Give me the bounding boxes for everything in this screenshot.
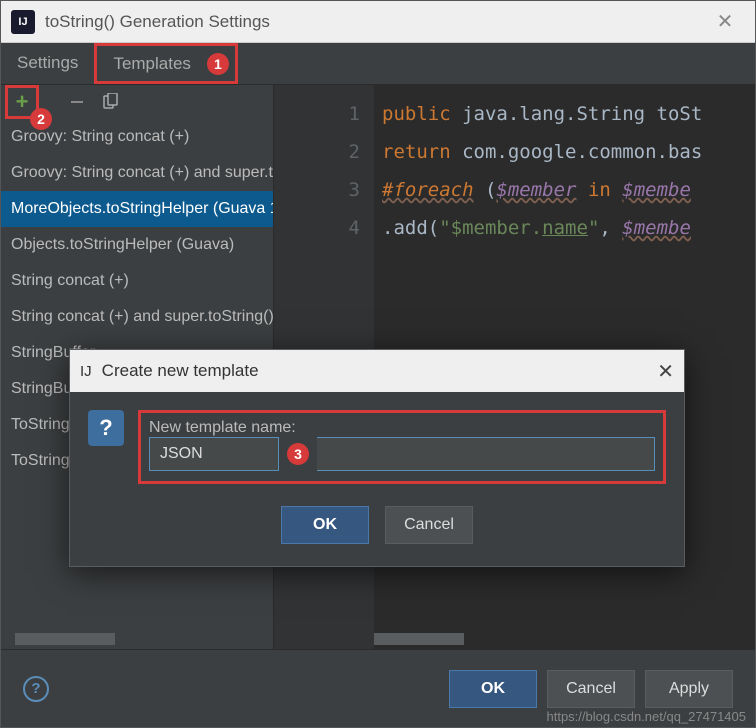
code-line: .add("$member.name", $membe [382, 209, 755, 247]
annotation-badge-2: 2 [30, 108, 52, 130]
template-name-label: New template name: [149, 419, 655, 437]
minus-icon [69, 94, 85, 110]
dialog-cancel-button[interactable]: Cancel [385, 506, 473, 544]
main-window: IJ toString() Generation Settings ✕ Sett… [0, 0, 756, 728]
content-area: + 2 Groovy: String concat (+) Groovy: St… [1, 85, 755, 649]
dialog-footer: OK Cancel [70, 506, 684, 566]
line-number: 4 [274, 209, 360, 247]
dialog-titlebar: IJ Create new template ✕ [70, 350, 684, 392]
list-item[interactable]: String concat (+) [1, 263, 273, 299]
list-hscrollbar[interactable] [1, 629, 273, 649]
tab-bar: Settings Templates 1 [1, 43, 755, 85]
code-line: #foreach ($member in $membe [382, 171, 755, 209]
dialog-body: ? New template name: 3 [70, 392, 684, 506]
annotation-badge-3: 3 [287, 443, 309, 465]
cancel-button[interactable]: Cancel [547, 670, 635, 708]
tab-settings[interactable]: Settings [1, 43, 94, 84]
app-icon: IJ [11, 10, 35, 34]
list-item[interactable]: MoreObjects.toStringHelper (Guava 18+) [1, 191, 273, 227]
annotation-input-box: New template name: 3 [138, 410, 666, 484]
dialog-close-button[interactable]: ✕ [657, 359, 674, 384]
templates-toolbar: + 2 [1, 85, 273, 119]
editor-hscroll-thumb[interactable] [374, 633, 464, 645]
ok-button[interactable]: OK [449, 670, 537, 708]
line-number: 3 [274, 171, 360, 209]
window-close-button[interactable]: ✕ [705, 9, 745, 34]
list-item[interactable]: Objects.toStringHelper (Guava) [1, 227, 273, 263]
annotation-add-button: + 2 [5, 85, 39, 119]
tab-templates[interactable]: Templates [97, 44, 206, 84]
copy-icon [103, 93, 119, 111]
line-number: 1 [274, 95, 360, 133]
list-item[interactable]: Groovy: String concat (+) and super.toSt… [1, 155, 273, 191]
editor-hscrollbar[interactable] [374, 629, 755, 649]
help-button[interactable]: ? [23, 676, 49, 702]
window-title: toString() Generation Settings [45, 12, 705, 32]
list-item[interactable]: String concat (+) and super.toString() [1, 299, 273, 335]
list-hscroll-thumb[interactable] [15, 633, 115, 645]
remove-template-button[interactable] [63, 88, 91, 116]
dialog-field-wrap: New template name: 3 [138, 410, 666, 484]
apply-button[interactable]: Apply [645, 670, 733, 708]
dialog-title: Create new template [102, 361, 658, 381]
create-template-dialog: IJ Create new template ✕ ? New template … [69, 349, 685, 567]
code-line: public java.lang.String toSt [382, 95, 755, 133]
dialog-ok-button[interactable]: OK [281, 506, 369, 544]
question-icon: ? [88, 410, 124, 446]
copy-template-button[interactable] [97, 88, 125, 116]
annotation-badge-1: 1 [207, 53, 229, 75]
code-line: return com.google.common.bas [382, 133, 755, 171]
annotation-templates-tab: Templates 1 [94, 43, 237, 84]
template-name-input[interactable] [149, 437, 279, 471]
template-name-input-ext[interactable] [317, 437, 655, 471]
watermark: https://blog.csdn.net/qq_27471405 [547, 709, 747, 724]
titlebar: IJ toString() Generation Settings ✕ [1, 1, 755, 43]
line-number: 2 [274, 133, 360, 171]
app-icon: IJ [80, 363, 92, 380]
